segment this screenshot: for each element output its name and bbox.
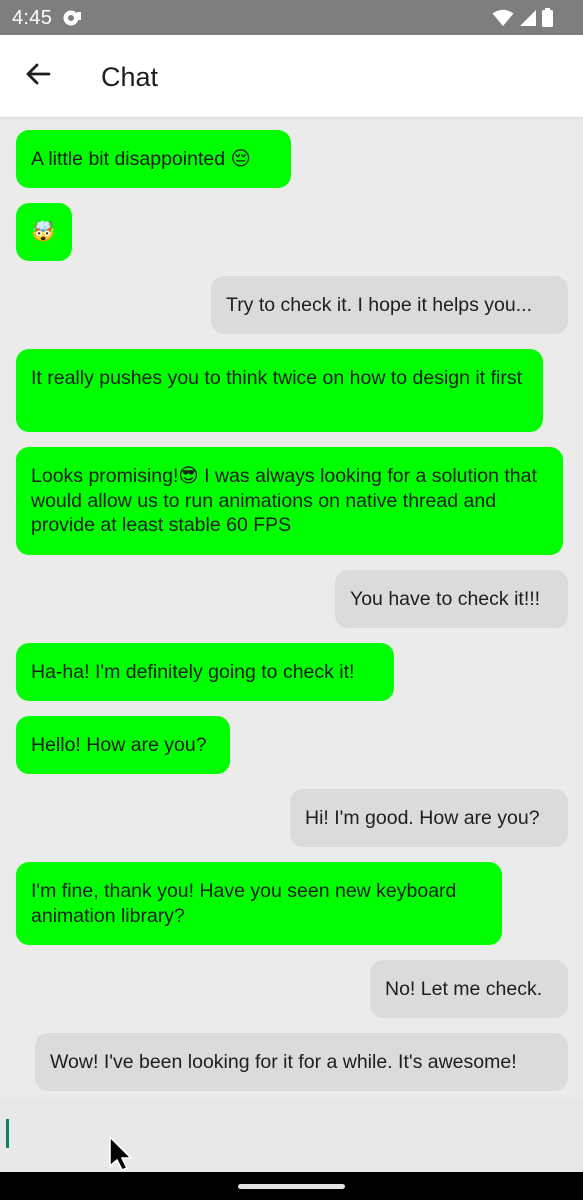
- message-bubble-incoming: I'm fine, thank you! Have you seen new k…: [16, 862, 502, 945]
- message-bubble-outgoing: You have to check it!!!: [335, 570, 568, 628]
- message-bubble-incoming: 🤯: [16, 203, 72, 261]
- back-button[interactable]: [14, 52, 62, 100]
- arrow-left-icon: [25, 61, 51, 92]
- message-bubble-incoming: Looks promising!😎 I was always looking f…: [16, 447, 563, 555]
- status-time: 4:45: [12, 7, 53, 29]
- message-bubble-incoming: Hello! How are you?: [16, 716, 230, 774]
- wifi-icon: [492, 9, 514, 32]
- page-title: Chat: [101, 62, 159, 92]
- message-input[interactable]: [0, 1099, 583, 1172]
- cellular-signal-icon: [519, 9, 537, 32]
- system-navigation-bar: [0, 1172, 583, 1200]
- status-bar: 4:45: [0, 0, 583, 35]
- message-bubble-incoming: Ha-ha! I'm definitely going to check it!: [16, 643, 394, 701]
- chat-notification-icon: [62, 9, 82, 27]
- message-bubble-outgoing: Hi! I'm good. How are you?: [290, 789, 568, 847]
- message-bubble-incoming: It really pushes you to think twice on h…: [16, 349, 543, 432]
- message-bubble-outgoing: No! Let me check.: [370, 960, 568, 1018]
- message-bubble-outgoing: Wow! I've been looking for it for a whil…: [35, 1033, 568, 1091]
- battery-icon: [542, 8, 553, 32]
- home-handle[interactable]: [238, 1184, 345, 1189]
- message-bubble-incoming: A little bit disappointed 😔: [16, 130, 291, 188]
- mouse-pointer-icon: [108, 1136, 132, 1172]
- status-icons: [492, 8, 553, 32]
- message-bubble-outgoing: Try to check it. I hope it helps you...: [211, 276, 568, 334]
- text-cursor: [6, 1119, 9, 1148]
- app-bar: Chat: [0, 35, 583, 117]
